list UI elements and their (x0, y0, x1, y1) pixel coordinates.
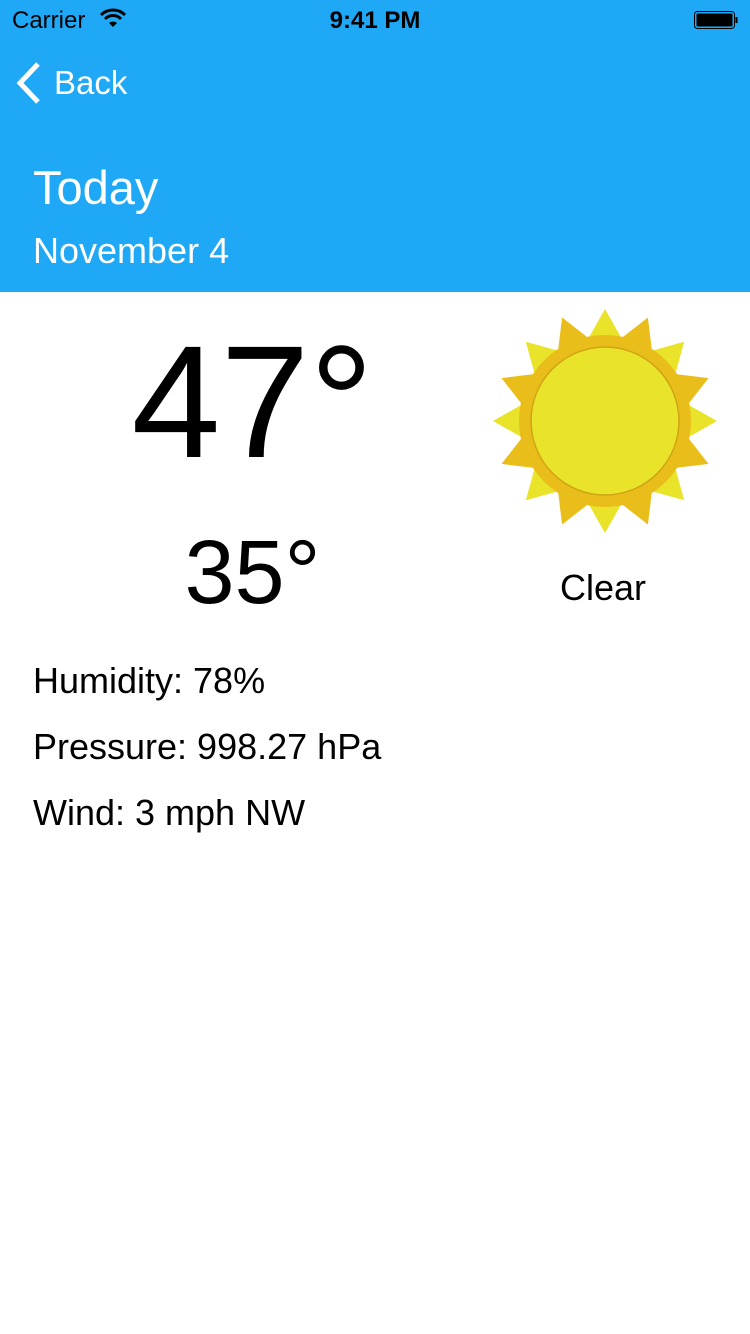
page-title: Today (33, 161, 159, 214)
date-label: November 4 (33, 230, 230, 271)
wind-label: Wind: 3 mph NW (33, 792, 306, 833)
low-temperature: 35° (184, 523, 321, 623)
pressure-label: Pressure: 998.27 hPa (33, 726, 382, 767)
back-label: Back (54, 64, 128, 101)
condition-label: Clear (559, 567, 647, 608)
back-button[interactable]: Back (16, 62, 127, 104)
battery-icon (694, 11, 738, 29)
sun-icon (493, 309, 717, 533)
humidity-label: Humidity: 78% (33, 660, 266, 701)
clock: 9:41 PM (329, 7, 421, 34)
sun-disc (530, 346, 680, 496)
chevron-left-icon (16, 62, 40, 104)
high-temperature: 47° (131, 312, 374, 491)
header: Carrier 9:41 PM Back Today November 4 (0, 0, 750, 292)
status-bar: Carrier 9:41 PM (0, 0, 750, 40)
